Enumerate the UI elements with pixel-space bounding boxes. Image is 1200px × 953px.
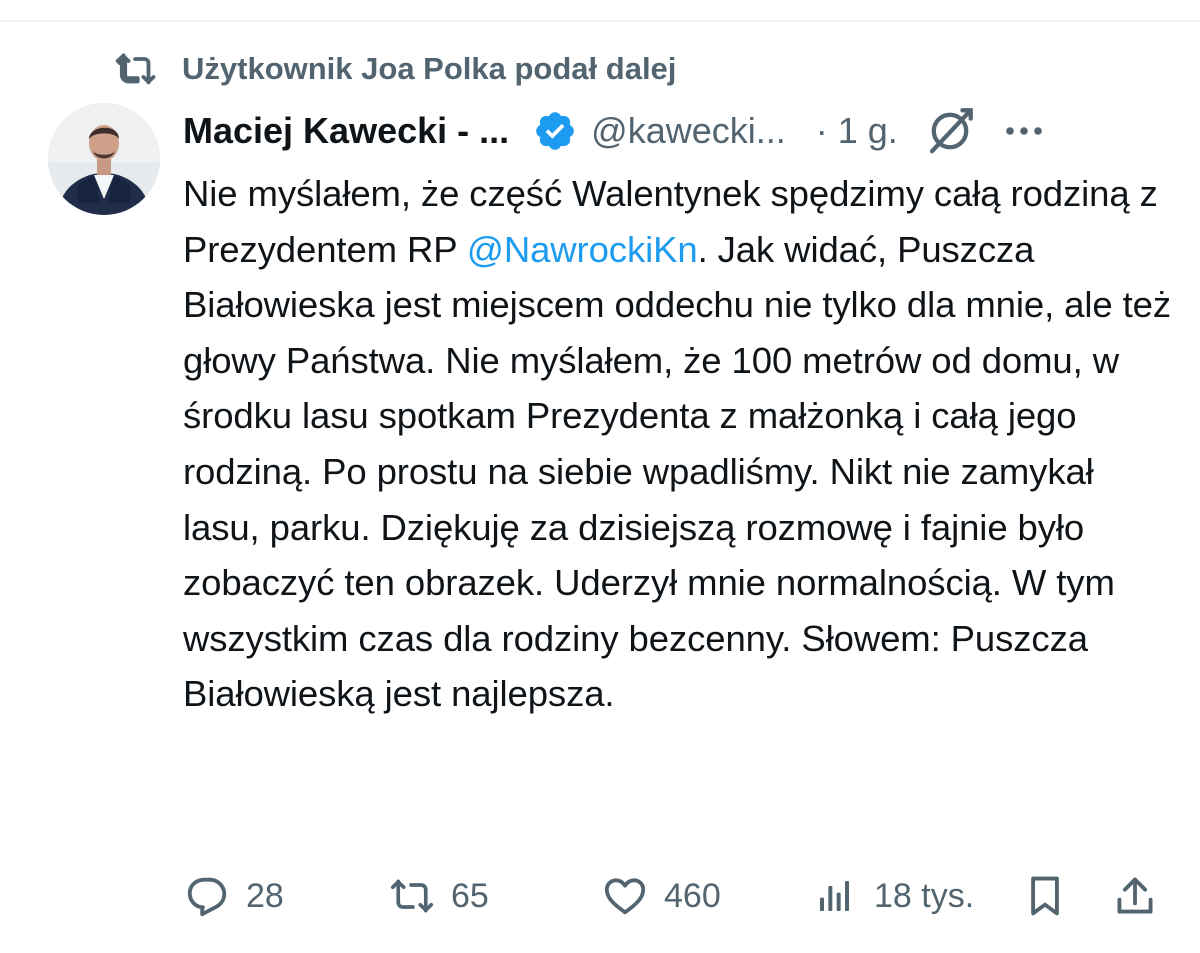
tweet-text-part: . Jak widać, Puszcza Białowieska jest mi… — [183, 228, 1171, 715]
bookmark-button[interactable] — [1020, 866, 1070, 926]
reply-count: 28 — [246, 876, 284, 915]
like-icon — [600, 871, 650, 921]
views-icon — [810, 871, 860, 921]
share-button[interactable] — [1110, 866, 1160, 926]
views-count: 18 tys. — [874, 876, 975, 915]
verified-badge-icon[interactable] — [533, 108, 579, 154]
tweet-header: Maciej Kawecki - ... @kawecki... · 1 g. — [183, 104, 1163, 158]
share-icon — [1110, 871, 1160, 921]
tweet-timestamp[interactable]: · 1 g. — [816, 110, 898, 152]
top-divider — [0, 20, 1200, 22]
like-count: 460 — [664, 876, 721, 915]
reply-icon — [182, 871, 232, 921]
reply-button[interactable]: 28 — [182, 866, 284, 926]
views-button[interactable]: 18 tys. — [810, 866, 974, 926]
tweet-text: Nie myślałem, że część Walentynek spędzi… — [183, 166, 1173, 722]
repost-icon — [112, 45, 160, 93]
like-button[interactable]: 460 — [600, 866, 721, 926]
mention-link[interactable]: @NawrockiKn — [467, 229, 698, 270]
repost-banner[interactable]: Użytkownik Joa Polka podał dalej — [112, 46, 676, 92]
repost-banner-text: Użytkownik Joa Polka podał dalej — [182, 51, 677, 86]
author-name[interactable]: Maciej Kawecki - ... — [183, 110, 509, 152]
bookmark-icon — [1020, 871, 1070, 921]
repost-button[interactable]: 65 — [387, 866, 489, 926]
repost-count: 65 — [451, 876, 489, 915]
author-handle[interactable]: @kawecki... — [591, 110, 786, 152]
repost-icon — [387, 871, 437, 921]
avatar[interactable] — [48, 103, 160, 215]
more-icon[interactable] — [1004, 111, 1044, 151]
action-bar: 28 65 460 18 tys. — [182, 866, 1153, 926]
grok-icon[interactable] — [922, 103, 978, 159]
